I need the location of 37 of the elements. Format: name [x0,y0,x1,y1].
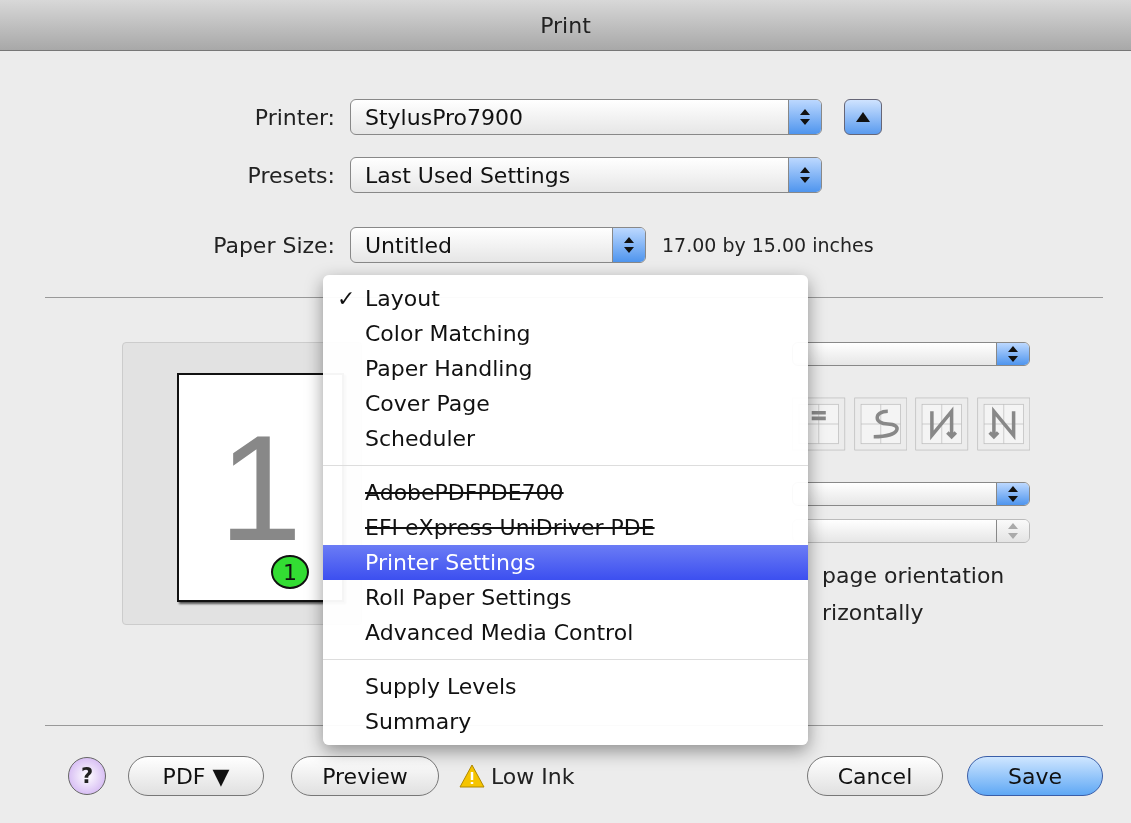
window-title: Print [540,12,591,38]
menu-item[interactable]: Paper Handling [323,351,808,386]
stepper-arrows-icon [1007,484,1019,504]
menu-item[interactable]: Summary [323,704,808,739]
menu-item[interactable]: Printer Settings [323,545,808,580]
collapse-button[interactable] [844,99,882,135]
menu-item[interactable]: ✓ Layout [323,281,808,316]
checkbox-label: rizontally [821,600,925,625]
paper-size-note: 17.00 by 15.00 inches [662,234,874,256]
stepper-arrows-icon [1007,521,1019,541]
warning-text: Low Ink [491,763,575,789]
stepper-arrows-icon [799,107,811,127]
pdf-button[interactable]: PDF ▼ [128,756,264,796]
stepper-arrows-icon [799,165,811,185]
popup-menu[interactable]: Untitled [350,227,646,263]
menu-item[interactable]: Scheduler [323,421,808,456]
popup-menu[interactable]: Last Used Settings [350,157,822,193]
save-button[interactable]: Save [967,756,1103,796]
menu-item[interactable]: AdobePDFPDE700 [323,475,808,510]
menu-item[interactable]: Cover Page [323,386,808,421]
preview-button[interactable]: Preview [291,756,439,796]
menu-item[interactable]: Advanced Media Control [323,615,808,650]
help-button[interactable]: ? [68,757,106,795]
field-label: Printer: [253,104,335,130]
stepper-arrows-icon [1007,344,1019,364]
triangle-up-icon [856,112,870,122]
cancel-button[interactable]: Cancel [807,756,943,796]
field-label: Paper Size: [212,232,335,258]
menu-item[interactable]: Color Matching [323,316,808,351]
menu-item[interactable]: Roll Paper Settings [323,580,808,615]
checkbox-label: page orientation [821,563,1006,588]
popup-menu[interactable]: StylusPro7900 [350,99,822,135]
menu-item[interactable]: Supply Levels [323,669,808,704]
field-label: Presets: [246,162,335,188]
stepper-arrows-icon [623,235,635,255]
menu-item[interactable]: EFI eXpress UniDriver PDE [323,510,808,545]
warning-icon [459,764,485,788]
